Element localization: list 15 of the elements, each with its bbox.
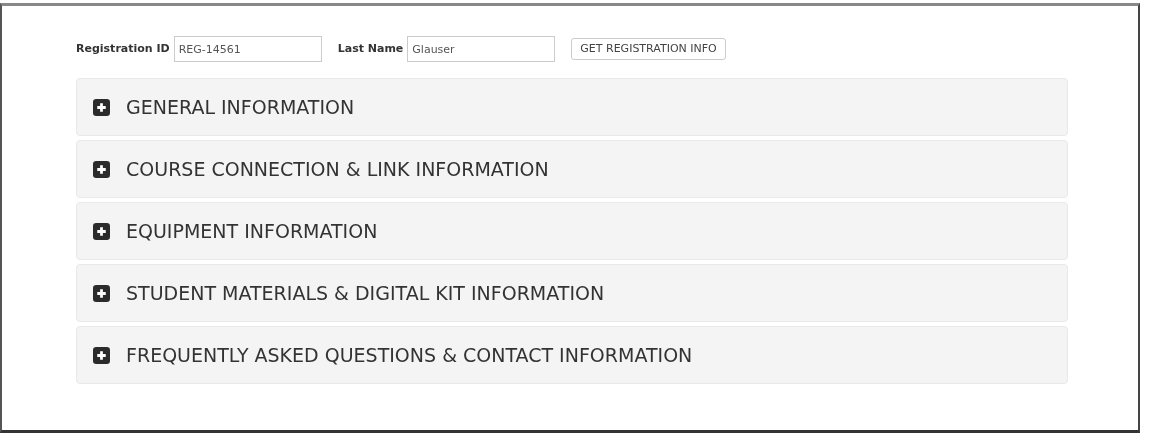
get-info-button[interactable]: GET REGISTRATION INFO [571,38,726,60]
field-label: Last Name [337,40,404,57]
plus-icon [93,160,110,178]
input-field[interactable]: REG-14561 [173,36,322,62]
accordion-header[interactable]: GENERAL INFORMATION [76,78,1068,136]
accordion-header[interactable]: COURSE CONNECTION & LINK INFORMATION [76,140,1068,198]
plus-icon [93,284,110,302]
input-field[interactable]: Glauser [407,36,556,62]
plus-icon [93,98,110,116]
plus-icon [93,346,110,364]
accordion-header[interactable]: FREQUENTLY ASKED QUESTIONS & CONTACT INFORMATION [76,326,1068,384]
accordion-header[interactable]: STUDENT MATERIALS & DIGITAL KIT INFORMATION [76,264,1068,322]
field-label: Registration ID [76,40,170,57]
accordion-header[interactable]: EQUIPMENT INFORMATION [76,202,1068,260]
plus-icon [93,222,110,240]
